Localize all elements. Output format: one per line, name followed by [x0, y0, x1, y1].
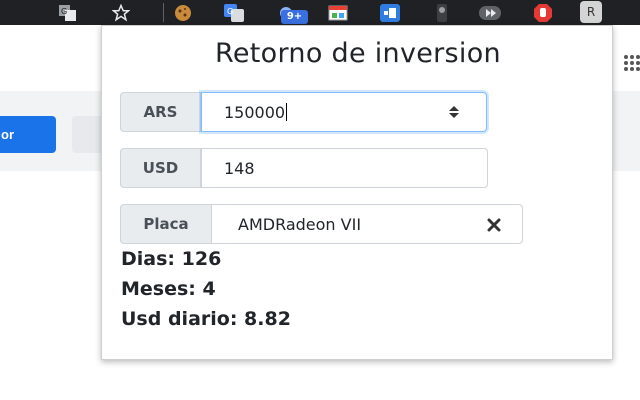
ars-input[interactable]: 150000	[201, 92, 487, 132]
apps-grid-icon[interactable]	[624, 55, 640, 75]
popup-title: Retorno de inversion	[215, 38, 501, 69]
svg-text:G: G	[227, 7, 233, 16]
stop-extension-icon[interactable]	[530, 0, 556, 25]
placa-label: Placa	[120, 204, 212, 244]
window-extension-icon[interactable]	[325, 0, 351, 25]
usd-input-value: 148	[224, 158, 255, 178]
meses-result: Meses: 4	[121, 278, 216, 300]
clear-selection-icon[interactable]	[487, 218, 501, 232]
bookmark-star-icon[interactable]	[108, 0, 134, 25]
dias-result: Dias: 126	[121, 248, 222, 270]
google-translate-extension-icon[interactable]: G	[221, 0, 247, 25]
svg-text:G: G	[61, 7, 67, 16]
text-caret	[286, 103, 288, 121]
ars-input-value: 150000	[224, 102, 286, 122]
usd-diario-result: Usd diario: 8.82	[121, 308, 291, 330]
translate-icon[interactable]: G	[55, 0, 81, 25]
usd-input[interactable]: 148	[201, 148, 488, 188]
ars-label: ARS	[120, 92, 201, 132]
profile-avatar[interactable]: R	[580, 1, 602, 23]
number-spinner-icon[interactable]	[448, 105, 460, 119]
toolbar-divider	[163, 3, 164, 22]
placa-select[interactable]: AMDRadeon VII	[211, 204, 523, 244]
cookie-extension-icon[interactable]	[170, 0, 196, 25]
blue-extension-icon[interactable]	[377, 0, 403, 25]
browser-toolbar: G G 9+ R	[0, 0, 640, 25]
extension-badge: 9+	[281, 10, 308, 24]
usd-label: USD	[120, 148, 201, 188]
media-extension-icon[interactable]	[476, 0, 504, 25]
primary-button[interactable]: or	[0, 116, 56, 153]
placa-select-value: AMDRadeon VII	[238, 214, 362, 234]
dark-extension-icon[interactable]	[429, 0, 455, 25]
roi-calculator-popup: Retorno de inversion ARS 150000 USD 148 …	[101, 25, 613, 360]
